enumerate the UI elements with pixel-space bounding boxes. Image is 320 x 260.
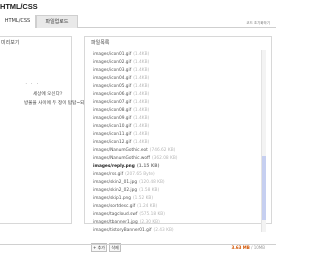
preview-line: 세상에 오신다? [33,92,63,97]
preview-title: 미리보기 [1,40,20,46]
file-list-item[interactable]: images/icon04.gif (1.4KB) [93,76,149,81]
file-list-item[interactable]: images/icon03.gif (1.4KB) [93,68,149,73]
preview-line: ㆍ ㆍ ㆍ [24,82,40,87]
file-name: images/NanumGothic.woff [93,156,150,161]
file-size: (1.4KB) [133,132,150,137]
file-list-item[interactable]: images/icon02.gif (1.4KB) [93,60,149,65]
file-size: (1.4KB) [133,92,150,97]
file-size: (746.62 KB) [149,148,176,153]
file-name: images/sortdesc.gif [93,204,136,209]
file-size: (1.4KB) [133,124,150,129]
file-list-item[interactable]: images/skin2_01.jpg (120.48 KB) [93,180,165,185]
preview-panel: 미리보기 ㆍ ㆍ ㆍ 세상에 오신다? 방울을 사이에 두 정이 탑탑~되게 [0,36,89,224]
file-name: images/skip1.png [93,196,131,201]
file-list-scrollbar[interactable] [261,50,266,232]
file-size: (2.43 KB) [153,228,174,233]
file-name: images/skin2_02.jpg [93,188,138,193]
preview-line: 방울을 사이에 두 정이 탑탑~되게 [24,101,89,106]
file-name: images/icon01.gif [93,52,132,57]
file-size: (362.08 KB) [151,156,178,161]
file-name: images/tbanner1.jpg [93,220,138,225]
file-size: (1.58 KB) [139,188,160,193]
app-title: HTML/CSS [0,2,38,11]
file-list-item[interactable]: images/icon12.gif (1.4KB) [93,140,149,145]
divider [0,244,276,245]
file-list-item[interactable]: images/icon11.gif (1.4KB) [93,132,149,137]
file-name: images/icon09.gif [93,116,132,121]
file-name: images/icon05.gif [93,84,132,89]
file-size: (1.4KB) [133,52,150,57]
file-list-item[interactable]: images/sortdesc.gif (1.24 KB) [93,204,157,209]
file-size: (207.65 Byte) [125,172,155,177]
file-list-item[interactable]: images/tagcloud.swf (575.18 KB) [93,212,165,217]
file-size: (1.4KB) [133,108,150,113]
file-size: (1.4KB) [133,68,150,73]
file-name: images/skin2_01.jpg [93,180,138,185]
file-name: images/icon08.gif [93,108,132,113]
file-name: images/icon02.gif [93,60,132,65]
file-list-item[interactable]: images/icon10.gif (1.4KB) [93,124,149,129]
file-size: (1.4KB) [133,116,150,121]
file-list-item[interactable]: images/icon01.gif (1.4KB) [93,52,149,57]
file-list-item[interactable]: images/rss.gif (207.65 Byte) [93,172,155,177]
storage-usage: 3.63 MB / 10MB [232,245,265,250]
file-list-item[interactable]: images/tbanner1.jpg (2.30 KB) [93,220,160,225]
file-size: (575.18 KB) [139,212,165,217]
tab-file-upload[interactable]: 파일업로드 [36,15,78,28]
file-list-item[interactable]: images/reply.png (1.15 KB) [93,164,159,169]
file-list-item[interactable]: images/skip1.png (1.52 KB) [93,196,153,201]
file-size: (2.30 KB) [139,220,160,225]
file-name: images/tistoryBanner01.gif [93,228,152,233]
file-list-item[interactable]: images/tistoryBanner01.gif (2.43 KB) [93,228,174,233]
file-name: images/icon07.gif [93,100,132,105]
file-name: images/icon06.gif [93,92,132,97]
file-name: images/icon10.gif [93,124,132,129]
storage-total: / 10MB [249,245,265,250]
file-size: (1.4KB) [133,140,150,145]
file-list-panel: 파일목록 images/icon01.gif (1.4KB) images/icon… [84,36,272,252]
scrollbar-thumb[interactable] [262,156,266,220]
file-list-item[interactable]: images/icon09.gif (1.4KB) [93,116,149,121]
file-list-item[interactable]: images/NanumGothic.eot (746.62 KB) [93,148,175,153]
tab-bar: HTML/CSS 파일업로드 [0,15,276,28]
file-name: images/icon11.gif [93,132,132,137]
file-list-item[interactable]: images/icon05.gif (1.4KB) [93,84,149,89]
file-name: images/NanumGothic.eot [93,148,148,153]
file-list-item[interactable]: images/icon06.gif (1.4KB) [93,92,149,97]
file-name: images/tagcloud.swf [93,212,138,217]
file-list-item[interactable]: images/icon07.gif (1.4KB) [93,100,149,105]
file-size: (1.4KB) [133,100,150,105]
storage-used: 3.63 MB [231,245,250,250]
file-list-title: 파일목록 [91,40,110,46]
file-size: (1.52 KB) [133,196,154,201]
file-size: (1.4KB) [133,60,150,65]
file-size: (1.4KB) [133,76,150,81]
file-name: images/rss.gif [93,172,124,177]
file-list-item[interactable]: images/icon08.gif (1.4KB) [93,108,149,113]
file-name: images/icon03.gif [93,68,132,73]
file-size: (1.4KB) [133,84,150,89]
file-size: (120.48 KB) [139,180,165,185]
file-list-item[interactable]: images/skin2_02.jpg (1.58 KB) [93,188,159,193]
file-name: images/icon04.gif [93,76,132,81]
tab-html-css[interactable]: HTML/CSS [0,15,36,28]
file-size: (1.24 KB) [137,204,158,209]
file-list: images/icon01.gif (1.4KB) images/icon02.gi… [89,50,261,238]
file-list-item[interactable]: images/NanumGothic.woff (362.08 KB) [93,156,177,161]
file-name: images/icon12.gif [93,140,132,145]
file-name: images/reply.png [93,164,135,169]
preview-area: ㆍ ㆍ ㆍ 세상에 오신다? 방울을 사이에 두 정이 탑탑~되게 [0,51,89,147]
file-size: (1.15 KB) [136,164,160,169]
